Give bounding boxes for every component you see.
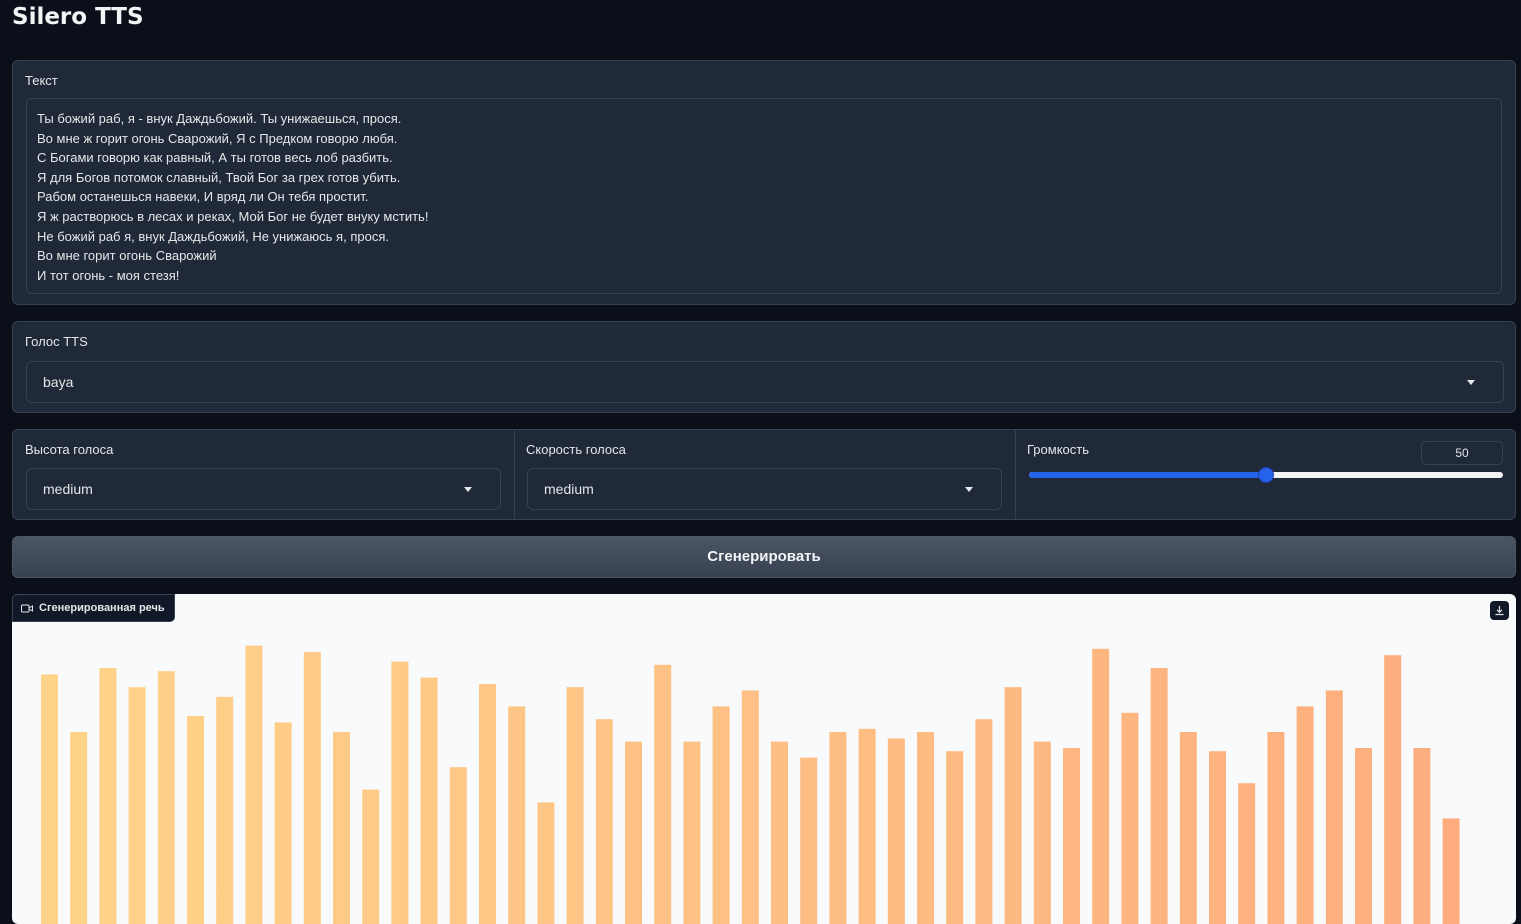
text-line: Я ж растворюсь в лесах и реках, Мой Бог … [37,208,429,224]
waveform-bar [1238,783,1256,924]
waveform-bar [625,741,642,924]
voice-block: Голос TTS baya [12,321,1516,413]
voice-dropdown-value: baya [43,374,74,390]
waveform-bar [800,757,818,924]
waveform-bar [771,741,788,924]
waveform-bar [712,706,730,924]
waveform-bar [70,732,88,924]
waveform-bar [1063,748,1080,924]
waveform-bar [245,645,263,924]
pitch-dropdown-value: medium [43,481,93,497]
waveform-bar [946,751,964,924]
chevron-down-icon [1467,380,1475,385]
text-line: И тот огонь - моя стезя! [37,267,180,283]
waveform-bar [1296,706,1314,924]
text-line: Я для Богов потомок славный, Твой Бог за… [37,169,401,185]
video-icon [21,604,33,612]
waveform-bar [683,741,701,924]
text-line: Не божий раб я, внук Даждьбожий, Не униж… [37,228,389,244]
text-line: Рабом останешься навеки, И вряд ли Он те… [37,189,369,205]
text-label: Текст [25,73,58,88]
waveform [41,645,1460,924]
download-button[interactable] [1490,601,1509,620]
waveform-bar [654,664,672,924]
pitch-dropdown[interactable]: medium [26,468,501,510]
volume-number-input[interactable]: 50 [1421,441,1503,465]
volume-slider-thumb[interactable] [1258,467,1274,483]
waveform-bar [595,719,613,924]
waveform-bar [362,789,380,924]
waveform-bar [829,732,847,924]
waveform-bar [1209,751,1226,924]
text-line: Во мне горит огонь Сварожий [37,248,217,264]
waveform-bar [887,738,905,924]
waveform-bar [391,661,409,924]
waveform-bar [216,696,234,924]
waveform-bar [157,671,175,924]
waveform-bar [1150,668,1168,924]
waveform-bar [1121,712,1139,924]
rate-label: Скорость голоса [526,442,626,457]
waveform-bar [917,732,934,924]
waveform-bar [1033,741,1051,924]
generate-button[interactable]: Сгенерировать [12,536,1516,578]
text-line: Во мне ж горит огонь Сварожий, Я с Предк… [37,130,398,146]
waveform-bar [1179,732,1197,924]
waveform-bar [449,767,467,924]
text-line: Ты божий раб, я - внук Даждьбожий. Ты ун… [37,111,402,126]
output-label-badge: Сгенерированная речь [12,594,175,622]
waveform-bar [187,716,204,924]
waveform-bar [1004,687,1022,924]
waveform-bar [274,722,292,924]
waveform-bar [128,687,146,924]
waveform-bar [1384,655,1402,924]
waveform-bar [1413,748,1431,924]
waveform-bar [1092,648,1110,924]
waveform-bar [537,802,555,924]
audio-output: Сгенерированная речь [12,594,1516,924]
volume-slider[interactable] [1029,467,1503,483]
text-input[interactable]: Ты божий раб, я - внук Даждьбожий. Ты ун… [26,98,1502,294]
waveform-bar [303,652,321,924]
rate-dropdown-value: medium [544,481,594,497]
waveform-bar [975,719,993,924]
waveform-bar [508,706,526,924]
waveform-bar [1442,818,1460,924]
waveform-bar [1355,748,1372,924]
download-icon [1495,606,1504,616]
waveform-bar [420,677,438,924]
volume-slider-fill [1029,472,1266,478]
chevron-down-icon [965,487,973,492]
volume-label: Громкость [1027,442,1089,457]
settings-row: Высота голоса medium Скорость голоса med… [12,429,1516,520]
pitch-label: Высота голоса [25,442,114,457]
chevron-down-icon [464,487,472,492]
waveform-bar [1325,690,1343,924]
waveform-bar [479,684,496,924]
waveform-bar [41,674,58,924]
voice-label: Голос TTS [25,334,88,349]
waveform-bar [333,732,350,924]
text-block: Текст Ты божий раб, я - внук Даждьбожий.… [12,60,1516,305]
rate-dropdown[interactable]: medium [527,468,1002,510]
waveform-bar [1267,732,1285,924]
waveform-bar [741,690,759,924]
waveform-bar [99,668,117,924]
voice-dropdown[interactable]: baya [26,361,1504,403]
output-label: Сгенерированная речь [39,601,165,614]
waveform-bar [858,728,876,924]
text-line: С Богами говорю как равный, А ты готов в… [37,150,393,166]
app-title: Silero TTS [12,4,144,30]
waveform-bar [566,687,584,924]
